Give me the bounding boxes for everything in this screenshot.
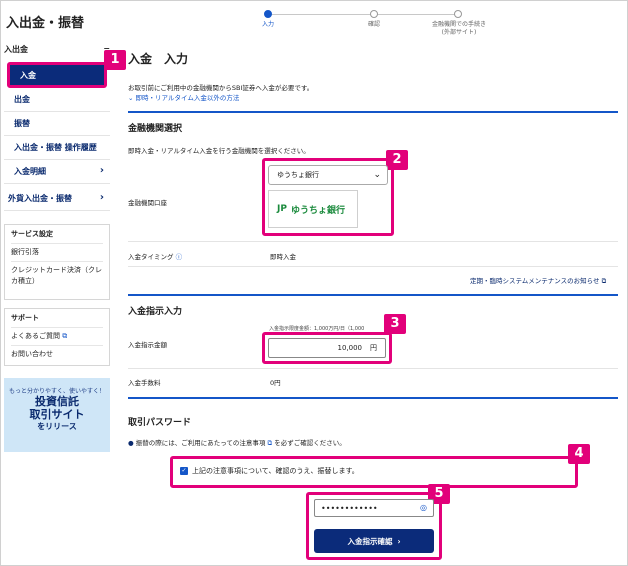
chevron-down-icon: ⌄ (373, 170, 381, 180)
service-link-credit-card[interactable]: クレジットカード決済（クレカ積立） (11, 261, 103, 290)
row-divider (128, 241, 618, 242)
row-divider (128, 266, 618, 267)
bank-logo-text: ゆうちょ銀行 (290, 205, 345, 216)
sidebar-item-withdraw[interactable]: 出金 (4, 88, 110, 112)
deposit-notice: お取引前にご利用中の金融機関からSBI証券へ入金が必要です。 (128, 84, 314, 92)
amount-label: 入金指示金額 (128, 341, 167, 349)
section-divider (128, 294, 618, 296)
step-label-input: 入力 (261, 21, 274, 28)
section-divider (128, 111, 618, 113)
sidebar-item-deposit[interactable]: 入金 (7, 62, 107, 88)
caution-text: ● 振替の際には、ご利用にあたっての注意事項 ⧉ を必ずご確認ください。 (128, 439, 346, 447)
step-dot-input (264, 10, 272, 18)
chevron-down-icon: ⌄ (128, 94, 134, 102)
fee-value: 0円 (270, 379, 281, 387)
checkbox-checked-icon[interactable]: ✓ (180, 467, 188, 475)
password-section-title: 取引パスワード (128, 418, 192, 428)
service-settings-title: サービス設定 (11, 230, 53, 238)
bank-account-label: 金融機関口座 (128, 199, 167, 207)
submit-label: 入金指示確認 (347, 536, 393, 546)
annotation-badge-2: 2 (386, 150, 408, 170)
eye-off-icon[interactable]: ◎ (420, 503, 427, 512)
sidebar-item-deposit-details[interactable]: 入金明細 › (4, 160, 110, 184)
checkbox-label: 上記の注意事項について、確認のうえ、振替します。 (192, 467, 359, 475)
jp-bank-mark-icon: JP (277, 204, 287, 214)
password-input[interactable]: •••••••••••• ◎ (314, 499, 434, 517)
step-dot-confirm (370, 10, 378, 18)
confirm-checkbox-row[interactable]: ✓ 上記の注意事項について、確認のうえ、振替します。 (180, 466, 359, 476)
support-box: サポート よくあるご質問 ⧉ お問い合わせ (4, 308, 110, 366)
fee-label: 入金手数料 (128, 379, 161, 387)
amount-unit: 円 (370, 344, 377, 352)
page-title: 入出金・振替 (6, 16, 85, 31)
support-link-contact[interactable]: お問い合わせ (11, 345, 103, 363)
stepper-line (268, 14, 458, 15)
help-icon[interactable]: ⓘ (176, 253, 183, 261)
bank-section-title: 金融機関選択 (128, 124, 183, 134)
sidebar-item-label: 入出金・振替 操作履歴 (14, 143, 97, 152)
chevron-right-icon: › (99, 165, 104, 176)
amount-value: 10,000 (337, 344, 363, 352)
amount-limit-note: 入金指示限度金額：1,000万円/日（1,000 (269, 326, 365, 332)
section-divider (128, 397, 618, 399)
banner-line-site: 取引サイト (29, 408, 85, 421)
step-dot-external (454, 10, 462, 18)
sidebar-group-label: 入出金 (4, 45, 28, 54)
row-divider (128, 368, 618, 369)
fund-site-banner[interactable]: もっと分かりやすく、使いやすく！ 投資信託 取引サイト をリリース (4, 378, 110, 452)
sidebar-item-transfer[interactable]: 振替 (4, 112, 110, 136)
sidebar-item-label: 入金 (20, 70, 36, 80)
external-link-icon: ⧉ (601, 277, 607, 285)
support-title: サポート (11, 314, 39, 322)
sidebar-item-label: 外貨入出金・振替 (8, 194, 72, 203)
bank-select[interactable]: ゆうちょ銀行 ⌄ (268, 165, 388, 185)
external-link-icon: ⧉ (62, 332, 68, 340)
support-link-faq[interactable]: よくあるご質問 ⧉ (11, 327, 103, 345)
bank-section-desc: 即時入金・リアルタイム入金を行う金融機関を選択ください。 (128, 147, 310, 155)
other-methods-link[interactable]: ⌄ 即時・リアルタイム入金以外の方法 (128, 92, 239, 102)
timing-value: 即時入金 (270, 253, 296, 261)
maintenance-link[interactable]: 定期・臨時システムメンテナンスのお知らせ ⧉ (470, 275, 606, 286)
sidebar-item-history[interactable]: 入出金・振替 操作履歴 (4, 136, 110, 160)
bank-select-value: ゆうちょ銀行 (277, 171, 319, 179)
service-settings-box: サービス設定 銀行引落 クレジットカード決済（クレカ積立） (4, 224, 110, 300)
banner-tagline: もっと分かりやすく、使いやすく！ (8, 388, 105, 395)
annotation-badge-1: 1 (104, 50, 126, 70)
amount-input[interactable]: 10,000 円 (268, 338, 386, 358)
sidebar-item-label: 出金 (14, 95, 30, 104)
sidebar-item-label: 振替 (14, 119, 30, 128)
main-title: 入金 入力 (128, 52, 189, 66)
step-label-confirm: 確認 (367, 21, 380, 28)
sidebar-item-label: 入金明細 (14, 167, 46, 176)
service-link-bank-debit[interactable]: 銀行引落 (11, 243, 103, 261)
external-link-icon[interactable]: ⧉ (268, 439, 273, 447)
banner-line-fund: 投資信託 (35, 395, 79, 408)
annotation-badge-3: 3 (384, 314, 406, 334)
bank-logo: JP ゆうちょ銀行 (268, 190, 358, 228)
sidebar-item-fx[interactable]: 外貨入出金・振替 › (4, 187, 110, 211)
info-icon: ● (128, 439, 134, 447)
sidebar-group-header[interactable]: 入出金 − (4, 44, 110, 55)
chevron-right-icon: › (99, 192, 104, 203)
chevron-right-icon: › (397, 536, 401, 546)
password-masked-value: •••••••••••• (321, 503, 378, 513)
step-label-external: 金融機関での手続き (外部サイト) (431, 21, 486, 36)
amount-section-title: 入金指示入力 (128, 307, 183, 317)
annotation-badge-4: 4 (568, 444, 590, 464)
timing-label: 入金タイミング ⓘ (128, 253, 183, 261)
submit-deposit-button[interactable]: 入金指示確認 › (314, 529, 434, 553)
banner-line-release: をリリース (37, 422, 77, 431)
